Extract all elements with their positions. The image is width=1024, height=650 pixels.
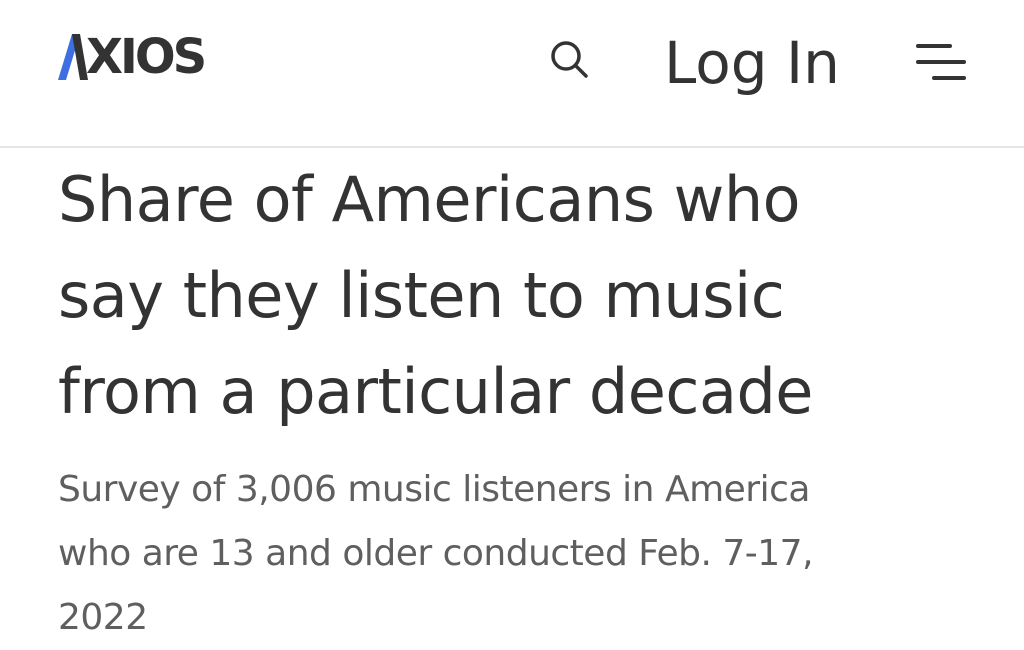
title-line: say they listen to music [58,259,785,332]
hamburger-menu-icon[interactable] [914,42,970,86]
logo-a-right-stroke [72,34,88,80]
title-line: from a particular decade [58,355,813,428]
search-icon[interactable] [547,37,591,81]
logo-accent-mark [58,34,88,80]
subtitle-line: Survey of 3,006 music listeners in Ameri… [58,469,810,510]
subtitle-line: 2022 [58,597,148,638]
login-link[interactable]: Log In [664,28,840,98]
site-header: XIOS Log In [0,0,1024,148]
title-line: Share of Americans who [58,163,801,236]
article-subtitle: Survey of 3,006 music listeners in Ameri… [58,458,958,650]
article-title: Share of Americans who say they listen t… [58,152,978,440]
axios-logo[interactable]: XIOS [58,29,207,85]
logo-wordmark: XIOS [86,29,207,85]
subtitle-line: who are 13 and older conducted Feb. 7-17… [58,533,814,574]
